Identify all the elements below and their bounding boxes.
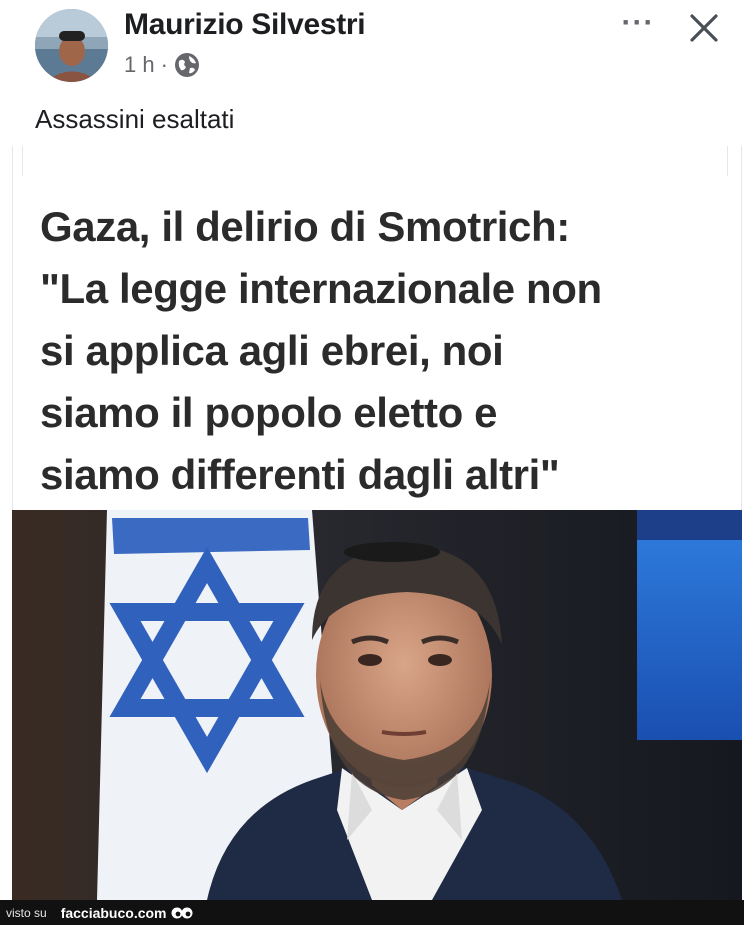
portrait-photo [12,510,742,900]
globe-icon [174,52,200,78]
close-icon [690,14,718,42]
author-avatar[interactable] [35,9,108,82]
headline-line: siamo differenti dagli altri" [40,451,560,498]
avatar-photo [35,9,108,82]
post-time[interactable]: 1 h [124,52,155,78]
facebook-post: Maurizio Silvestri 1 h · ··· Assassini e… [0,0,744,900]
eyes-icon [171,907,193,918]
watermark-bar: visto su facciabuco.com [0,900,744,925]
author-name[interactable]: Maurizio Silvestri [124,8,366,42]
shared-image[interactable] [12,510,742,900]
headline-line: "La legge internazionale non [40,265,602,312]
watermark-prefix: visto su [6,905,47,920]
headline-line: Gaza, il delirio di Smotrich: [40,203,570,250]
close-button[interactable] [684,8,724,48]
more-options-button[interactable]: ··· [618,8,658,42]
post-caption: Assassini esaltati [35,104,235,134]
card-top-border [22,146,728,176]
post-meta: 1 h · [124,52,200,78]
shared-headline[interactable]: Gaza, il delirio di Smotrich: "La legge … [40,196,720,506]
meta-separator: · [160,52,168,77]
headline-line: siamo il popolo eletto e [40,389,498,436]
headline-line: si applica agli ebrei, noi [40,327,504,374]
watermark-site[interactable]: facciabuco.com [61,905,193,921]
watermark-site-label: facciabuco.com [60,904,167,921]
